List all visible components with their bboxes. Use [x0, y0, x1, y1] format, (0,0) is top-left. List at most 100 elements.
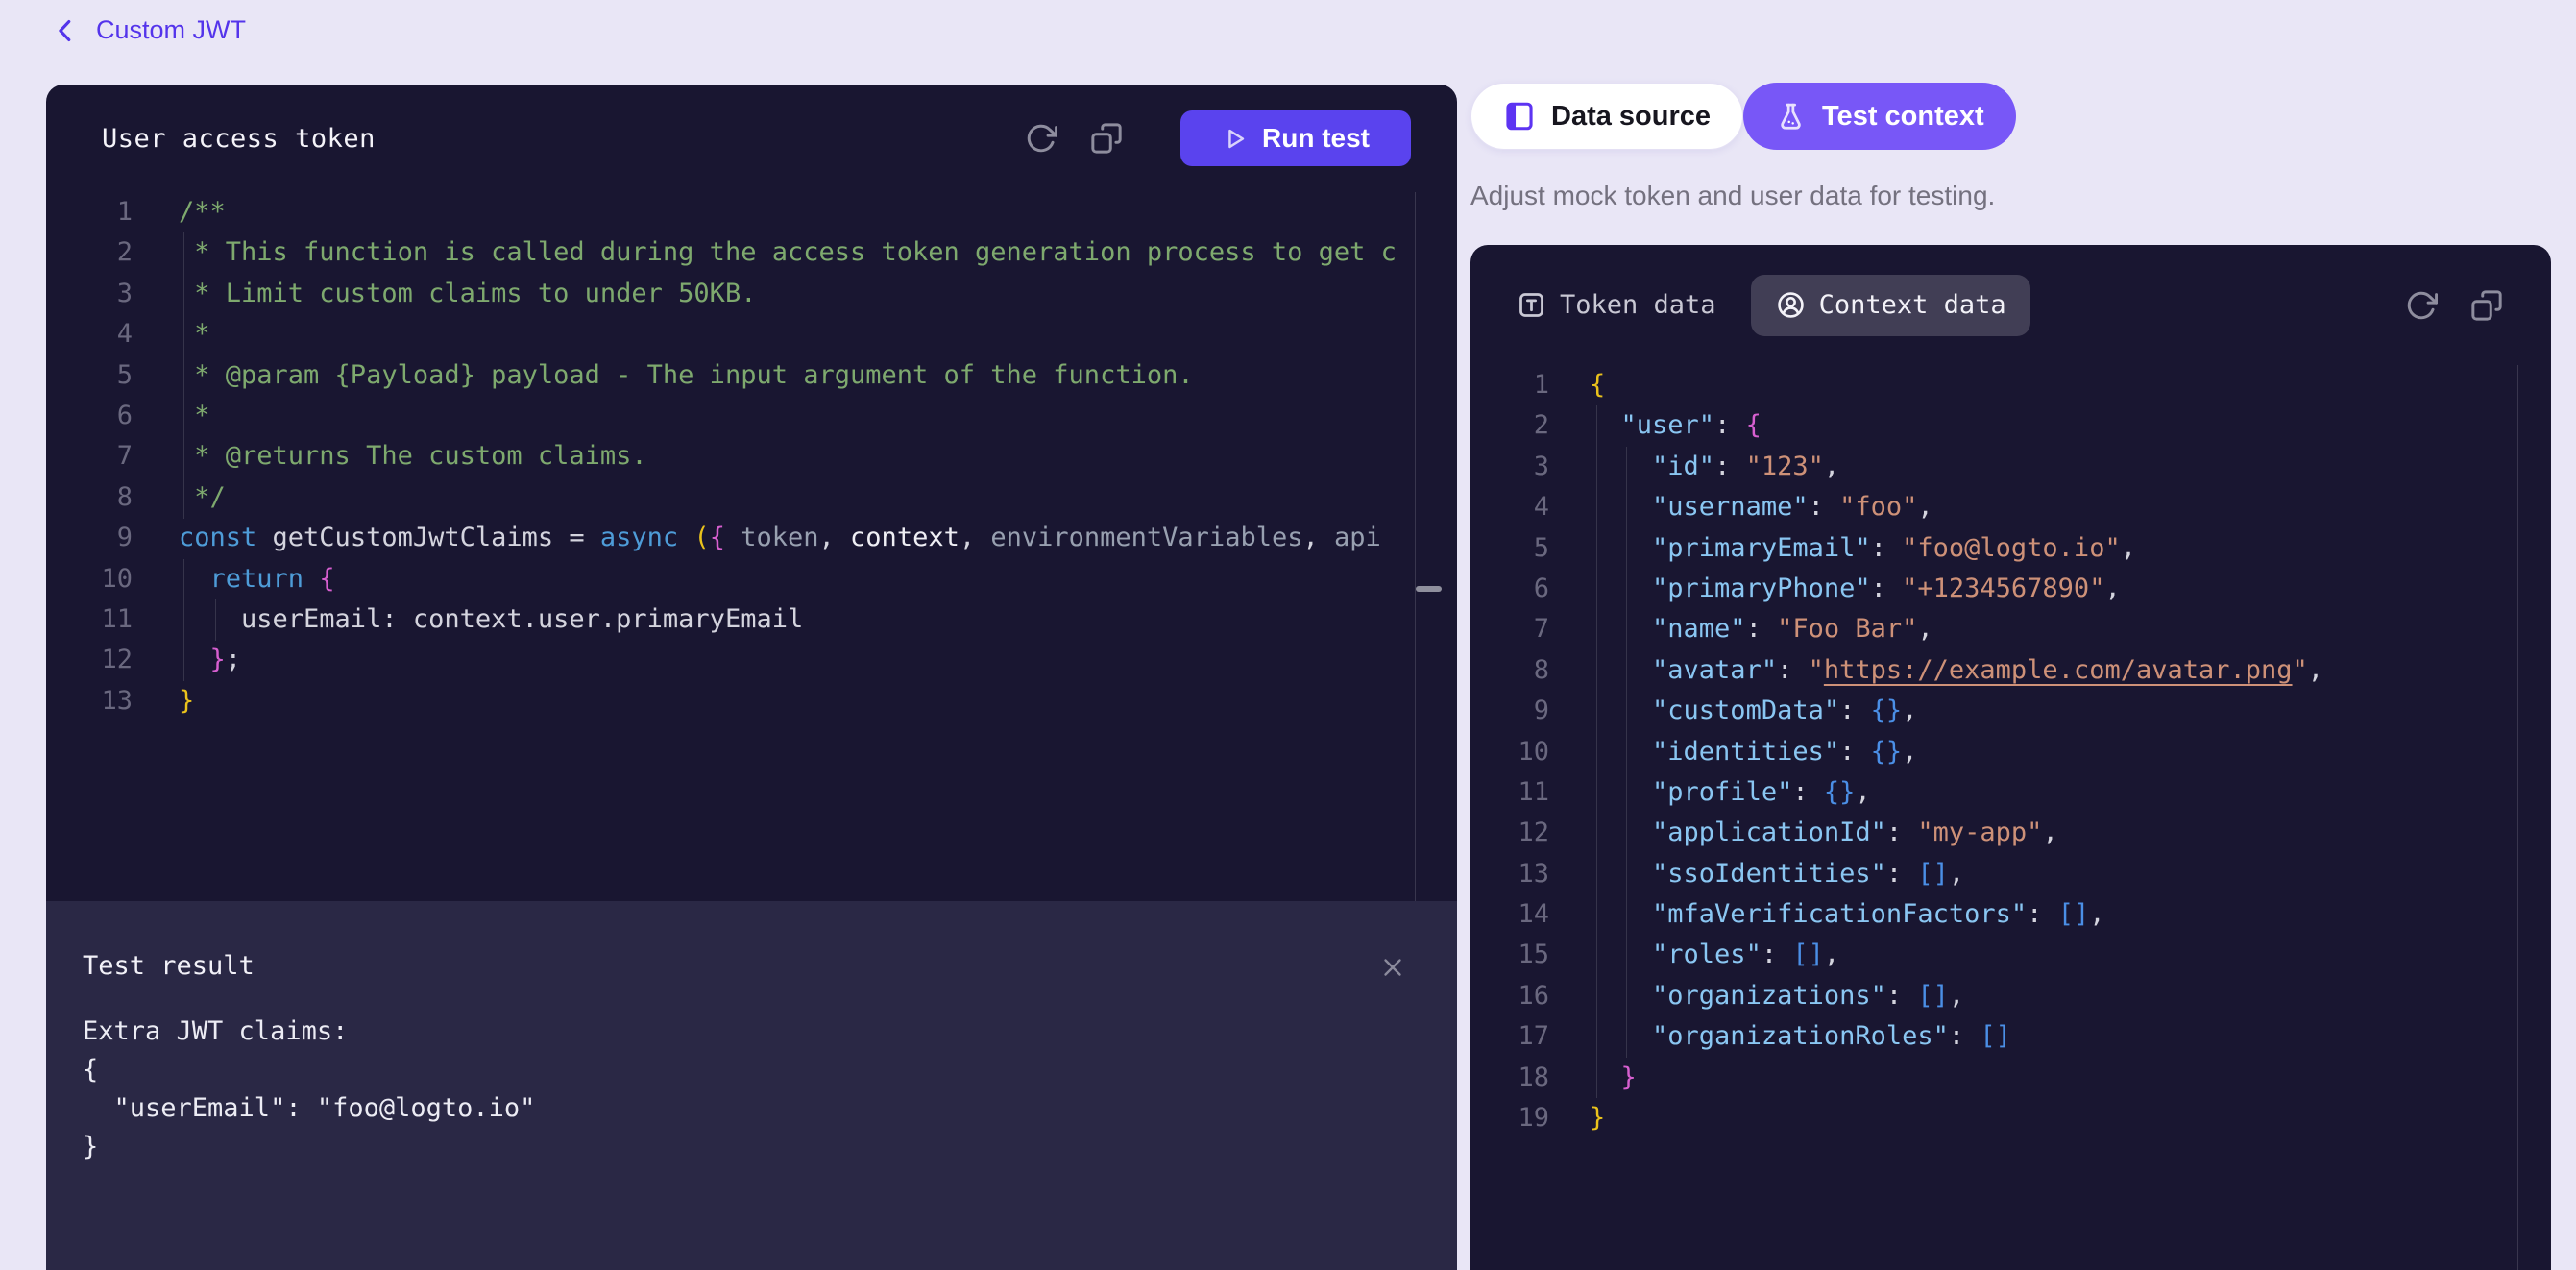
line-number: 6: [46, 396, 133, 436]
code-line: 9 "customData": {},: [1470, 691, 2551, 731]
line-number: 6: [1470, 569, 1549, 609]
user-access-token-editor[interactable]: 1/**2 * This function is called during t…: [46, 192, 1457, 901]
code-text: "id": "123",: [1590, 447, 1839, 487]
line-number: 2: [46, 232, 133, 273]
code-line: 2 * This function is called during the a…: [46, 232, 1457, 273]
code-text: "applicationId": "my-app",: [1590, 813, 2058, 853]
code-text: "avatar": "https://example.com/avatar.pn…: [1590, 650, 2323, 691]
code-text: * Limit custom claims to under 50KB.: [179, 274, 756, 314]
code-line: 4 "username": "foo",: [1470, 487, 2551, 527]
book-icon: [1503, 100, 1536, 133]
code-line: 13 "ssoIdentities": [],: [1470, 854, 2551, 894]
chevron-left-icon: [52, 16, 81, 45]
code-text: return {: [179, 559, 335, 599]
code-line: 1{: [1470, 365, 2551, 405]
code-line: 16 "organizations": [],: [1470, 976, 2551, 1016]
code-text: "primaryPhone": "+1234567890",: [1590, 569, 2121, 609]
line-number: 15: [1470, 935, 1549, 975]
line-number: 2: [1470, 405, 1549, 446]
code-line: 10 "identities": {},: [1470, 732, 2551, 772]
test-result-title: Test result: [83, 951, 255, 981]
context-data-editor[interactable]: 1{2 "user": {3 "id": "123",4 "username":…: [1470, 365, 2551, 1270]
copy-icon: [2470, 289, 2503, 322]
indent-guide: [183, 232, 184, 519]
tab-token-data-label: Token data: [1560, 290, 1716, 320]
code-line: 5 * @param {Payload} payload - The input…: [46, 355, 1457, 396]
code-text: "roles": [],: [1590, 935, 1839, 975]
line-number: 13: [1470, 854, 1549, 894]
line-number: 4: [46, 314, 133, 354]
play-icon: [1222, 126, 1248, 152]
line-number: 14: [1470, 894, 1549, 935]
test-result-panel: Test result Extra JWT claims: { "userEma…: [46, 901, 1457, 1270]
line-number: 3: [46, 274, 133, 314]
line-number: 19: [1470, 1098, 1549, 1138]
code-line: 3 "id": "123",: [1470, 447, 2551, 487]
code-line: 12 };: [46, 640, 1457, 680]
line-number: 12: [1470, 813, 1549, 853]
code-text: const getCustomJwtClaims = async ({ toke…: [179, 518, 1381, 558]
code-line: 5 "primaryEmail": "foo@logto.io",: [1470, 528, 2551, 569]
tab-context-data[interactable]: Context data: [1751, 275, 2030, 336]
token-icon: [1516, 289, 1547, 321]
copy-button[interactable]: [2465, 283, 2509, 328]
line-number: 11: [1470, 772, 1549, 813]
indent-guide: [1626, 447, 1627, 1058]
code-line: 8 "avatar": "https://example.com/avatar.…: [1470, 650, 2551, 691]
right-panel-subtitle: Adjust mock token and user data for test…: [1470, 181, 1995, 211]
user-circle-icon: [1775, 289, 1807, 321]
tab-context-data-label: Context data: [1819, 290, 2006, 320]
line-number: 4: [1470, 487, 1549, 527]
test-result-output: Extra JWT claims: { "userEmail": "foo@lo…: [83, 1013, 1411, 1166]
code-line: 9const getCustomJwtClaims = async ({ tok…: [46, 518, 1457, 558]
code-text: };: [179, 640, 241, 680]
flask-icon: [1775, 101, 1807, 133]
code-line: 7 * @returns The custom claims.: [46, 436, 1457, 476]
refresh-button[interactable]: [2399, 283, 2443, 328]
code-line: 4 *: [46, 314, 1457, 354]
line-number: 1: [46, 192, 133, 232]
code-line: 7 "name": "Foo Bar",: [1470, 609, 2551, 649]
code-text: "user": {: [1590, 405, 1762, 446]
tab-token-data[interactable]: Token data: [1516, 289, 1716, 321]
scrollbar-track: [2517, 365, 2518, 1270]
editor-header: User access token Run test: [46, 85, 1457, 192]
close-icon: [1378, 953, 1411, 982]
line-number: 17: [1470, 1016, 1549, 1057]
code-line: 18 }: [1470, 1058, 2551, 1098]
code-text: }: [1590, 1098, 1605, 1138]
line-number: 9: [1470, 691, 1549, 731]
code-line: 1/**: [46, 192, 1457, 232]
run-test-button[interactable]: Run test: [1180, 110, 1411, 166]
code-text: * This function is called during the acc…: [179, 232, 1397, 273]
line-number: 8: [46, 477, 133, 518]
line-number: 10: [1470, 732, 1549, 772]
indent-guide: [215, 599, 216, 641]
test-context-button[interactable]: Test context: [1743, 83, 2016, 150]
code-text: }: [179, 681, 194, 721]
scrollbar-thumb[interactable]: [1416, 586, 1442, 592]
line-number: 13: [46, 681, 133, 721]
data-source-button[interactable]: Data source: [1470, 83, 1743, 150]
close-button[interactable]: [1378, 951, 1411, 984]
back-link[interactable]: Custom JWT: [52, 15, 246, 45]
context-data-panel: Token data Context data 1{2 "user": {3: [1470, 245, 2551, 1270]
copy-button[interactable]: [1084, 116, 1129, 160]
indent-guide: [1596, 405, 1597, 1098]
test-context-label: Test context: [1822, 101, 1984, 133]
code-line: 19}: [1470, 1098, 2551, 1138]
line-number: 7: [46, 436, 133, 476]
code-text: "organizationRoles": []: [1590, 1016, 2011, 1057]
code-line: 11 userEmail: context.user.primaryEmail: [46, 599, 1457, 640]
code-line: 6 *: [46, 396, 1457, 436]
line-number: 10: [46, 559, 133, 599]
code-text: "mfaVerificationFactors": [],: [1590, 894, 2104, 935]
refresh-button[interactable]: [1019, 116, 1063, 160]
copy-icon: [1090, 122, 1123, 155]
line-number: 1: [1470, 365, 1549, 405]
code-text: * @returns The custom claims.: [179, 436, 647, 476]
line-number: 7: [1470, 609, 1549, 649]
code-line: 6 "primaryPhone": "+1234567890",: [1470, 569, 2551, 609]
code-text: "organizations": [],: [1590, 976, 1964, 1016]
code-text: "identities": {},: [1590, 732, 1917, 772]
